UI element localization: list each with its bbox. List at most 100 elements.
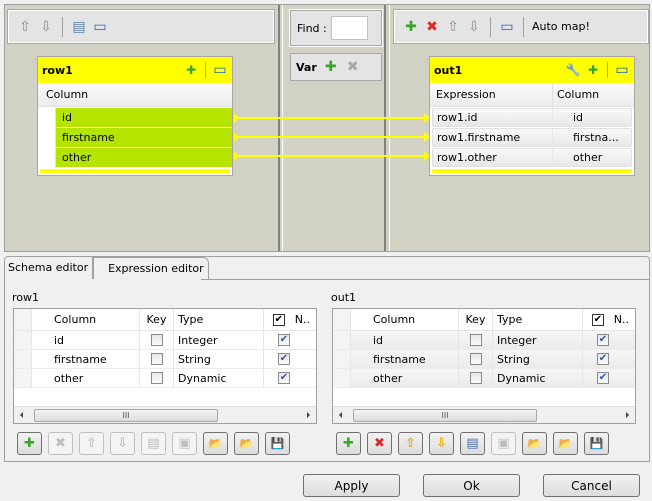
minimize-window-icon[interactable]: ▭ [614,62,630,78]
copy-button[interactable]: ▤ [141,432,166,455]
save-button[interactable]: 💾 [265,432,290,455]
cancel-button[interactable]: Cancel [543,474,640,497]
tab-schema-editor[interactable]: Schema editor [5,257,94,279]
nullable-header[interactable]: N.. [614,313,629,326]
schema-row[interactable]: other Dynamic ✔ [333,369,635,388]
scroll-right-icon[interactable] [307,412,310,418]
schema-type[interactable]: String [174,350,264,368]
nullable-checkbox[interactable]: ✔ [597,353,609,365]
type-header[interactable]: Type [174,309,264,330]
schema-row[interactable]: firstname String ✔ [14,350,316,369]
key-checkbox[interactable] [469,372,482,384]
scroll-right-icon[interactable] [626,412,629,418]
key-checkbox[interactable] [469,353,482,365]
ok-button[interactable]: Ok [423,474,520,497]
arrow-up-icon[interactable]: ⇧ [445,19,461,35]
schema-type[interactable]: Dynamic [174,369,264,387]
schema-column-name[interactable]: other [32,369,140,387]
arrow-down-icon[interactable]: ⇩ [466,19,482,35]
schema-column-name[interactable]: firstname [32,350,140,368]
schema-type[interactable]: Integer [493,331,583,349]
key-checkbox[interactable] [150,372,163,384]
output-expression[interactable]: row1.other [433,149,553,166]
schema-row[interactable]: id Integer ✔ [14,331,316,350]
move-down-button[interactable]: ⇩ [110,432,135,455]
wrench-icon[interactable]: 🔧 [565,62,581,78]
auto-map-button[interactable]: Auto map! [532,20,590,33]
type-header[interactable]: Type [493,309,583,330]
output-expression[interactable]: row1.firstname [433,129,553,146]
column-header[interactable]: Column [351,309,459,330]
input-row[interactable]: id [38,108,232,127]
schema-column-name[interactable]: id [32,331,140,349]
arrow-up-icon[interactable]: ⇧ [17,19,33,35]
copy-button[interactable]: ▤ [460,432,485,455]
schema-row[interactable]: firstname String ✔ [333,350,635,369]
add-icon[interactable]: ✚ [323,59,339,75]
paste-button[interactable]: ▣ [491,432,516,455]
nullable-all-checkbox[interactable]: ✔ [272,313,285,326]
add-row-button[interactable]: ✚ [336,432,361,455]
minimize-window-icon[interactable]: ▭ [92,19,108,35]
input-row[interactable]: firstname [38,128,232,147]
schema-type[interactable]: String [493,350,583,368]
nullable-checkbox[interactable]: ✔ [278,353,290,365]
horizontal-scrollbar[interactable]: III [333,406,635,423]
nullable-all-checkbox[interactable]: ✔ [591,313,604,326]
schema-type[interactable]: Dynamic [493,369,583,387]
move-up-button[interactable]: ⇧ [79,432,104,455]
scroll-left-icon[interactable] [339,412,342,418]
schema-column-name[interactable]: id [351,331,459,349]
add-icon[interactable]: ✚ [403,19,419,35]
minimize-window-icon[interactable]: ▭ [212,62,228,78]
table-view-icon[interactable]: ▤ [71,19,87,35]
add-column-icon[interactable]: ✚ [585,62,601,78]
scroll-thumb[interactable]: III [34,409,218,422]
remove-icon[interactable]: ✖ [345,59,361,75]
find-input[interactable] [330,16,368,40]
key-header[interactable]: Key [140,309,174,330]
key-checkbox[interactable] [150,353,163,365]
nullable-header[interactable]: N.. [295,313,310,326]
tab-expression-editor[interactable]: Expression editor [93,257,209,279]
output-row[interactable]: row1.other other [432,148,632,167]
schema-type[interactable]: Integer [174,331,264,349]
paste-button[interactable]: ▣ [172,432,197,455]
pane-splitter[interactable] [384,5,390,251]
export-button[interactable]: 📂 [234,432,259,455]
input-row[interactable]: other [38,148,232,167]
nullable-checkbox[interactable]: ✔ [278,372,290,384]
key-checkbox[interactable] [469,334,482,346]
nullable-checkbox[interactable]: ✔ [597,372,609,384]
horizontal-scrollbar[interactable]: III [14,406,316,423]
export-button[interactable]: 📂 [553,432,578,455]
schema-row[interactable]: other Dynamic ✔ [14,369,316,388]
apply-button[interactable]: Apply [303,474,400,497]
column-header[interactable]: Column [32,309,140,330]
remove-row-button[interactable]: ✖ [48,432,73,455]
import-button[interactable]: 📂 [522,432,547,455]
output-expression[interactable]: row1.id [433,109,553,126]
output-row[interactable]: row1.firstname firstna... [432,128,632,147]
scroll-thumb[interactable]: III [353,409,537,422]
remove-row-button[interactable]: ✖ [367,432,392,455]
add-row-button[interactable]: ✚ [17,432,42,455]
scroll-left-icon[interactable] [20,412,23,418]
schema-column-name[interactable]: other [351,369,459,387]
move-up-button[interactable]: ⇧ [398,432,423,455]
nullable-checkbox[interactable]: ✔ [278,334,290,346]
schema-column-name[interactable]: firstname [351,350,459,368]
import-button[interactable]: 📂 [203,432,228,455]
pane-splitter[interactable] [278,5,283,251]
key-checkbox[interactable] [150,334,163,346]
nullable-checkbox[interactable]: ✔ [597,334,609,346]
move-down-button[interactable]: ⇩ [429,432,454,455]
key-header[interactable]: Key [459,309,493,330]
add-column-icon[interactable]: ✚ [183,62,199,78]
save-button[interactable]: 💾 [584,432,609,455]
schema-row[interactable]: id Integer ✔ [333,331,635,350]
output-row[interactable]: row1.id id [432,108,632,127]
arrow-down-icon[interactable]: ⇩ [38,19,54,35]
minimize-window-icon[interactable]: ▭ [499,19,515,35]
remove-icon[interactable]: ✖ [424,19,440,35]
